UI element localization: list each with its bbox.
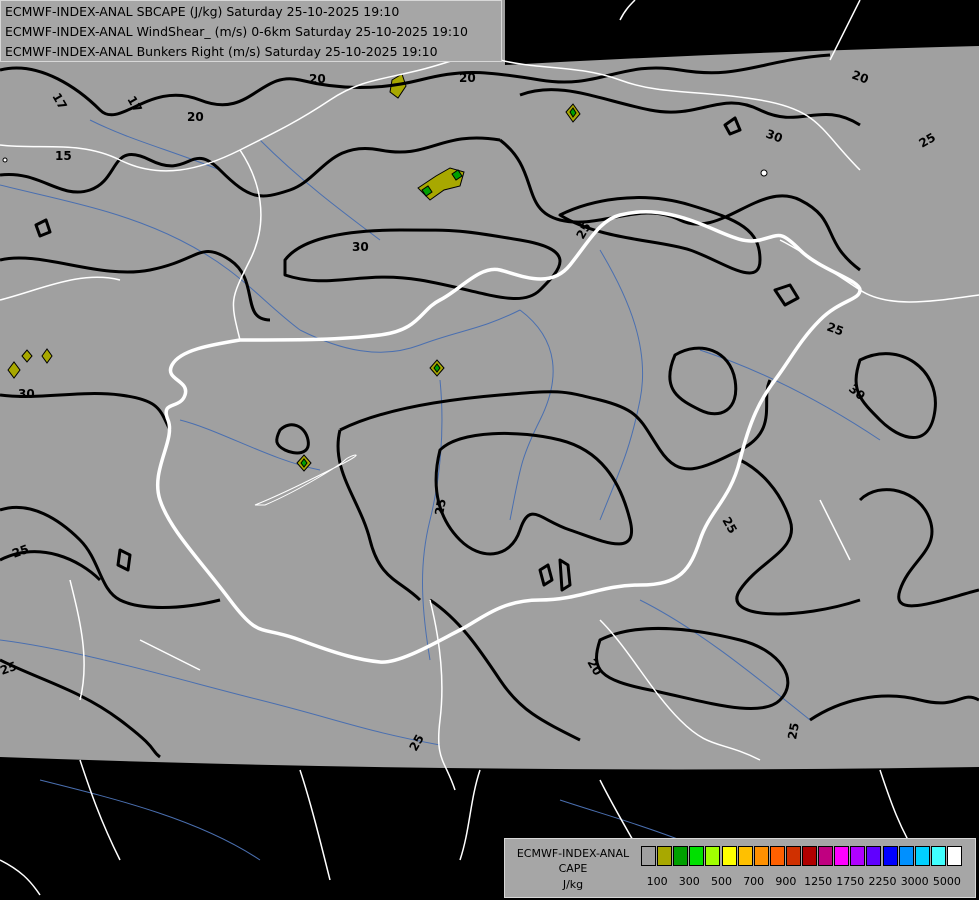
- title-windshear: ECMWF-INDEX-ANAL WindShear_ (m/s) 0-6km …: [5, 24, 468, 39]
- contour-label: 15: [55, 149, 72, 163]
- legend-title-unit: J/kg: [562, 878, 584, 891]
- legend-tick: 3000: [900, 875, 929, 888]
- legend-swatch: [802, 846, 817, 866]
- map-stage: 17 17 20 20 20 20 15 30 30 30 25 25 25 2…: [0, 0, 979, 900]
- title-bunkers: ECMWF-INDEX-ANAL Bunkers Right (m/s) Sat…: [5, 44, 438, 59]
- contour-label: 20: [459, 71, 476, 85]
- contour-label: 30: [352, 240, 369, 254]
- title-sbcape: ECMWF-INDEX-ANAL SBCAPE (J/kg) Saturday …: [5, 4, 400, 19]
- legend-tick: 100: [646, 875, 668, 888]
- legend-title-variable: CAPE: [558, 862, 588, 875]
- contour-label: 20: [309, 72, 326, 86]
- contour-label: 30: [18, 387, 35, 401]
- legend-swatch: [721, 846, 737, 866]
- legend-swatch: [818, 846, 834, 866]
- legend-tick: 300: [678, 875, 700, 888]
- legend-tick: 700: [743, 875, 765, 888]
- legend-swatch: [898, 846, 914, 866]
- legend-swatch: [946, 846, 962, 866]
- legend-swatch: [689, 846, 705, 866]
- legend-swatch: [705, 846, 721, 866]
- legend-swatch: [850, 846, 866, 866]
- legend-swatch: [930, 846, 946, 866]
- legend-swatch: [866, 846, 882, 866]
- legend-swatch: [737, 846, 753, 866]
- legend-tick: 500: [711, 875, 732, 888]
- legend-swatch: [641, 846, 656, 866]
- legend-swatch: [769, 846, 785, 866]
- legend-swatch: [673, 846, 689, 866]
- legend-swatch: [834, 846, 850, 866]
- legend-tick: 1250: [804, 875, 833, 888]
- legend-swatch: [882, 846, 898, 866]
- legend-tick: 1750: [836, 875, 865, 888]
- legend-tick: 900: [775, 875, 797, 888]
- legend-tick: 5000: [932, 875, 961, 888]
- contour-label: 25: [785, 722, 802, 741]
- legend-swatch: [785, 846, 801, 866]
- legend-swatch: [914, 846, 930, 866]
- cape-legend: ECMWF-INDEX-ANAL CAPE J/kg 100 300 500 700 9…: [504, 838, 976, 898]
- contour-label: 20: [187, 110, 204, 124]
- legend-title-source: ECMWF-INDEX-ANAL: [516, 847, 630, 860]
- contour-label: 25: [432, 498, 449, 517]
- legend-swatch: [753, 846, 769, 866]
- map-title-panel: ECMWF-INDEX-ANAL SBCAPE (J/kg) Saturday …: [0, 0, 502, 62]
- legend-swatch: [657, 846, 673, 866]
- weather-map: 17 17 20 20 20 20 15 30 30 30 25 25 25 2…: [0, 0, 979, 896]
- legend-tick: 2250: [868, 875, 897, 888]
